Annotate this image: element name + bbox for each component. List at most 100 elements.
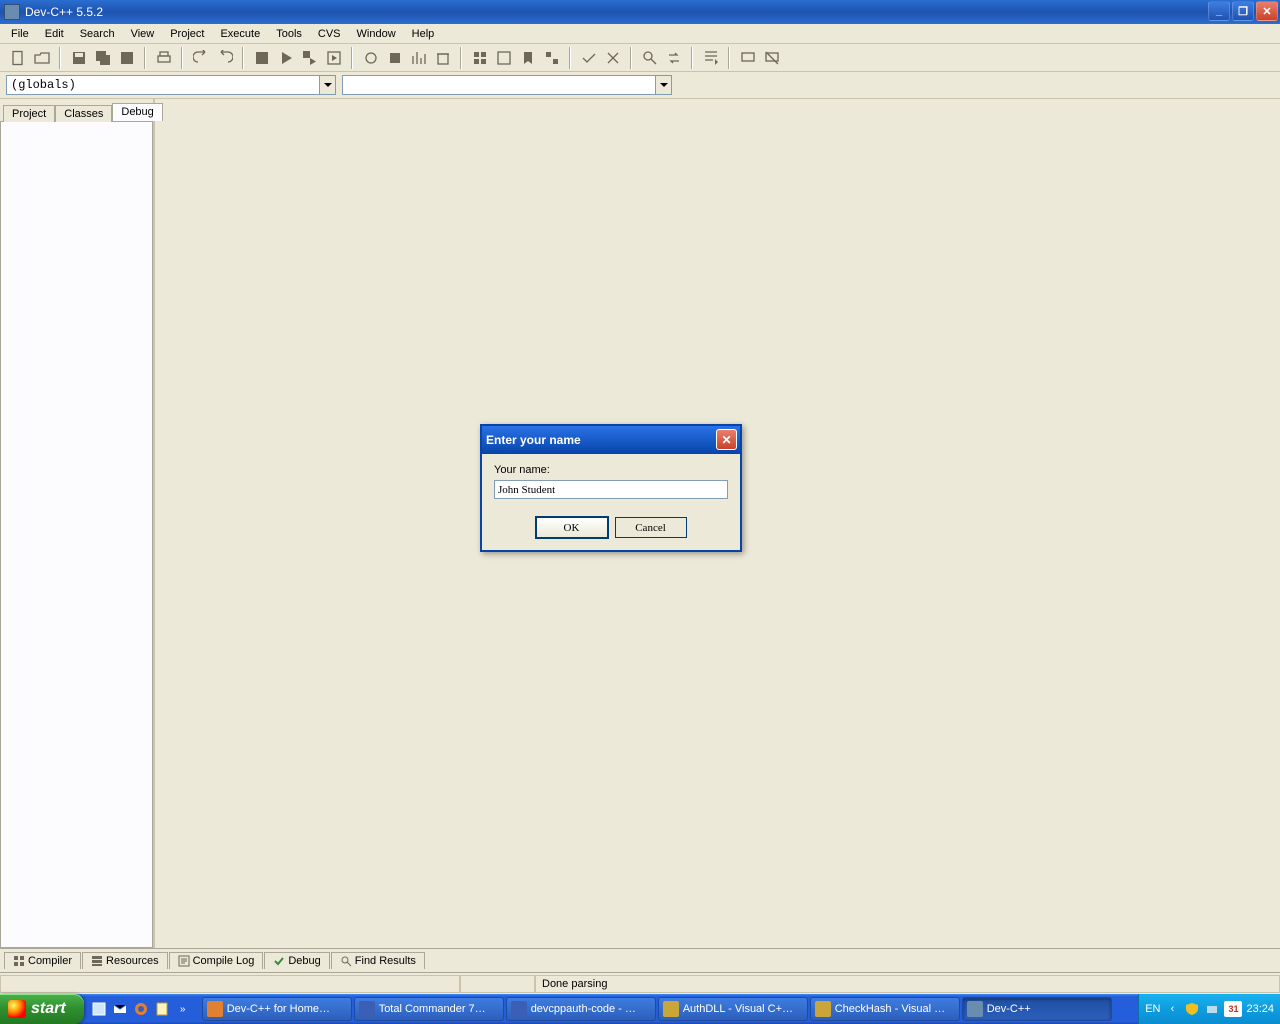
minimize-button[interactable]: _ [1208,1,1230,21]
task-item[interactable]: AuthDLL - Visual C+… [658,997,808,1021]
rebuild-icon[interactable] [322,46,345,69]
cancel-x-icon[interactable] [601,46,624,69]
tray-clock[interactable]: 23:24 [1246,1003,1274,1015]
ok-button[interactable]: OK [536,517,608,538]
print-icon[interactable] [152,46,175,69]
menu-search[interactable]: Search [73,26,122,42]
app-icon [4,4,20,20]
task-icon [967,1001,983,1017]
tab-debug[interactable]: Debug [112,103,162,121]
task-item[interactable]: CheckHash - Visual … [810,997,960,1021]
btab-compiler[interactable]: Compiler [4,952,81,969]
run-icon[interactable] [274,46,297,69]
task-icon [511,1001,527,1017]
bottom-tab-strip: Compiler Resources Compile Log Debug Fin… [0,948,1280,972]
goto-bookmark-icon[interactable] [540,46,563,69]
status-cell-2 [460,975,535,993]
task-item[interactable]: Dev-C++ for Home… [202,997,352,1021]
new-class-icon[interactable] [468,46,491,69]
task-item[interactable]: Dev-C++ [962,997,1112,1021]
menu-tools[interactable]: Tools [269,26,309,42]
compile-icon[interactable] [250,46,273,69]
dialog-close-button[interactable]: ✕ [716,429,737,450]
scope-combo[interactable]: (globals) [6,75,336,95]
windows-logo-icon [8,1000,26,1018]
dialog-titlebar: Enter your name ✕ [482,426,740,454]
task-item[interactable]: Total Commander 7… [354,997,504,1021]
tray-shield-icon[interactable] [1184,1001,1200,1017]
menu-edit[interactable]: Edit [38,26,71,42]
task-icon [207,1001,223,1017]
dialog-title: Enter your name [486,433,581,447]
side-panel-content [0,121,153,948]
debug-icon[interactable] [359,46,382,69]
enter-name-dialog: Enter your name ✕ Your name: OK Cancel [480,424,742,552]
close-button[interactable]: ✕ [1256,1,1278,21]
menubar: File Edit Search View Project Execute To… [0,24,1280,44]
menu-help[interactable]: Help [405,26,442,42]
menu-window[interactable]: Window [350,26,403,42]
status-message: Done parsing [535,975,1280,993]
menu-project[interactable]: Project [163,26,211,42]
new-file-icon[interactable] [6,46,29,69]
menu-file[interactable]: File [4,26,36,42]
btab-resources[interactable]: Resources [82,952,168,969]
menu-execute[interactable]: Execute [213,26,267,42]
tray-network-icon[interactable] [1204,1001,1220,1017]
uncomment-icon[interactable] [760,46,783,69]
toolbar-scope: (globals) [0,72,1280,99]
show-desktop-icon[interactable] [90,1000,108,1018]
cancel-button[interactable]: Cancel [615,517,687,538]
name-input[interactable] [494,480,728,499]
redo-icon[interactable] [213,46,236,69]
replace-icon[interactable] [662,46,685,69]
quick-launch: » [84,1000,198,1018]
compile-run-icon[interactable] [298,46,321,69]
taskbar-items: Dev-C++ for Home… Total Commander 7… dev… [198,997,1139,1021]
insert-icon[interactable] [492,46,515,69]
toggle-bookmark-icon[interactable] [516,46,539,69]
task-icon [359,1001,375,1017]
find-icon[interactable] [638,46,661,69]
firefox-icon[interactable] [132,1000,150,1018]
task-icon [663,1001,679,1017]
btab-find-results[interactable]: Find Results [331,952,425,969]
window-title: Dev-C++ 5.5.2 [25,5,103,19]
menu-cvs[interactable]: CVS [311,26,348,42]
task-icon [815,1001,831,1017]
save-as-icon[interactable] [115,46,138,69]
delete-profile-icon[interactable] [431,46,454,69]
quick-launch-chevron-icon[interactable]: » [174,1000,192,1018]
system-tray: EN ‹ 31 23:24 [1138,994,1280,1024]
member-combo[interactable] [342,75,672,95]
outlook-icon[interactable] [111,1000,129,1018]
profile-icon[interactable] [407,46,430,69]
undo-icon[interactable] [189,46,212,69]
windows-taskbar: start » Dev-C++ for Home… Total Commande… [0,994,1280,1024]
tab-project[interactable]: Project [3,105,55,122]
toolbar-main [0,44,1280,72]
window-titlebar: Dev-C++ 5.5.2 _ ❐ ✕ [0,0,1280,24]
tab-classes[interactable]: Classes [55,105,112,122]
task-item[interactable]: devcppauth-code - … [506,997,656,1021]
notepad-icon[interactable] [153,1000,171,1018]
open-file-icon[interactable] [30,46,53,69]
chevron-down-icon[interactable] [319,76,335,94]
goto-line-icon[interactable] [699,46,722,69]
language-indicator[interactable]: EN [1145,1003,1160,1015]
menu-view[interactable]: View [124,26,162,42]
btab-debug[interactable]: Debug [264,952,329,969]
tray-chevron-icon[interactable]: ‹ [1164,1001,1180,1017]
comment-icon[interactable] [736,46,759,69]
stop-icon[interactable] [383,46,406,69]
save-icon[interactable] [67,46,90,69]
restore-button[interactable]: ❐ [1232,1,1254,21]
tray-calendar-icon[interactable]: 31 [1224,1001,1242,1017]
chevron-down-icon[interactable] [655,76,671,94]
scope-combo-value: (globals) [11,78,76,92]
check-icon[interactable] [577,46,600,69]
start-button[interactable]: start [0,994,84,1024]
save-all-icon[interactable] [91,46,114,69]
side-panel: Project Classes Debug [0,99,153,948]
btab-compile-log[interactable]: Compile Log [169,952,264,969]
